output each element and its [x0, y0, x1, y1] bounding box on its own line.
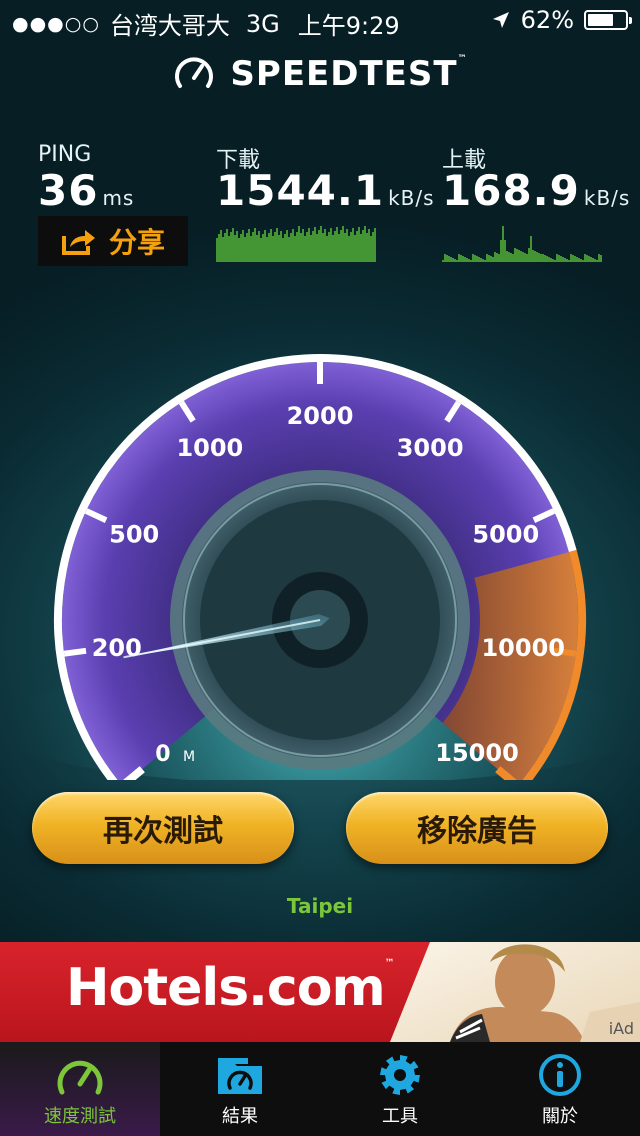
speedometer-icon — [57, 1060, 103, 1095]
gauge-scale-label: 2000 — [287, 402, 354, 430]
upload-value: 168.9 — [442, 166, 580, 215]
clock: 上午9:29 — [297, 12, 400, 40]
speed-gauge: 0 M 200 500 1000 2000 3000 5000 10000 15000 — [0, 354, 640, 780]
ad-brand-name: Hotels.com — [66, 958, 386, 1018]
gauge-scale-label: 500 — [109, 520, 159, 548]
download-graph — [216, 226, 376, 262]
battery-percent: 62% — [520, 6, 574, 34]
info-icon — [539, 1054, 581, 1096]
app-title: SPEEDTEST — [230, 54, 458, 94]
trademark: ™ — [457, 54, 468, 64]
speedtest-screen: ●●●○○ 台湾大哥大 3G 上午9:29 62% SPEEDTEST™ PIN… — [0, 0, 640, 1136]
speedtest-logo-icon — [175, 57, 214, 88]
ping-value: 36 — [38, 166, 99, 215]
gauge-tick — [63, 647, 87, 657]
gauge-scale-label: 0 — [155, 742, 170, 767]
ping-result: 36 ms — [38, 166, 134, 215]
gauge-scale-label: 15000 — [435, 739, 519, 767]
signal-strength-icon: ●●●○○ — [12, 12, 100, 35]
server-location: Taipei — [286, 894, 354, 918]
gear-icon — [380, 1055, 420, 1095]
tab-label: 結果 — [222, 1106, 258, 1127]
gauge-scale-label: 5000 — [472, 520, 539, 548]
share-label: 分享 — [108, 226, 165, 259]
ping-unit: ms — [102, 186, 135, 210]
battery-icon — [584, 10, 632, 30]
carrier-name: 台湾大哥大 — [109, 12, 230, 40]
iad-tag: iAd — [608, 1019, 634, 1038]
tab-bar: 速度測試 結果 工具 關於 — [0, 1042, 640, 1136]
tab-speedtest[interactable]: 速度測試 — [0, 1042, 160, 1136]
ad-brand: Hotels.com™ — [66, 958, 395, 1018]
gauge-scale-label: 1000 — [176, 434, 243, 462]
tab-results[interactable]: 結果 — [160, 1042, 320, 1136]
status-bar: ●●●○○ 台湾大哥大 3G 上午9:29 62% — [0, 0, 640, 40]
tab-label: 工具 — [382, 1106, 418, 1127]
ping-label: PING — [38, 142, 92, 167]
tab-label: 速度測試 — [44, 1106, 116, 1127]
tab-tools[interactable]: 工具 — [320, 1042, 480, 1136]
tab-about[interactable]: 關於 — [480, 1042, 640, 1136]
gauge-unit-label: M — [183, 749, 195, 765]
results-folder-icon — [218, 1058, 262, 1094]
gauge-scale-label: 10000 — [481, 634, 565, 662]
upload-graph — [442, 226, 602, 262]
upload-unit: kB/s — [583, 186, 631, 210]
ad-photo — [390, 942, 640, 1042]
download-result: 1544.1 kB/s — [216, 166, 435, 215]
upload-result: 168.9 kB/s — [442, 166, 630, 215]
gauge-scale-label: 3000 — [397, 434, 464, 462]
location-arrow-icon — [492, 12, 509, 28]
download-value: 1544.1 — [216, 166, 385, 215]
ad-banner[interactable]: Hotels.com™ iAd — [0, 942, 640, 1042]
share-icon — [61, 230, 95, 255]
network-type: 3G — [245, 9, 280, 38]
retest-button[interactable]: 再次測試 — [32, 792, 294, 864]
remove-ads-button[interactable]: 移除廣告 — [346, 792, 608, 864]
gauge-scale-label: 200 — [92, 634, 142, 662]
app-logo: SPEEDTEST™ — [0, 52, 640, 96]
share-button[interactable]: 分享 — [38, 216, 188, 266]
download-unit: kB/s — [388, 186, 435, 210]
tab-label: 關於 — [542, 1106, 578, 1127]
